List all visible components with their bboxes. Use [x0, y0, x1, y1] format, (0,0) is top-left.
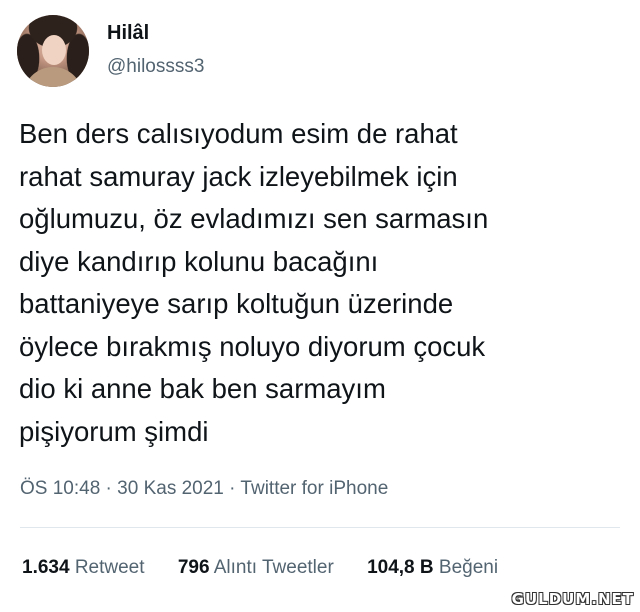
- quotes-stat[interactable]: 796 Alıntı Tweetler: [178, 557, 334, 579]
- tweet-stats: 1.634 Retweet 796 Alıntı Tweetler 104,8 …: [22, 557, 526, 579]
- avatar-face: [42, 35, 66, 65]
- quotes-label: Alıntı Tweetler: [213, 557, 334, 578]
- meta-separator: ·: [223, 478, 241, 499]
- meta-separator: ·: [100, 478, 118, 499]
- tweet-time[interactable]: ÖS 10:48: [20, 478, 100, 499]
- tweet-text: Ben ders calısıyodum esim de rahat rahat…: [19, 118, 489, 447]
- watermark: GULDUM.NET: [511, 590, 634, 608]
- author-handle[interactable]: @hilossss3: [107, 56, 204, 78]
- divider: [20, 527, 620, 528]
- tweet-meta: ÖS 10:48 · 30 Kas 2021 · Twitter for iPh…: [20, 478, 388, 500]
- tweet-source[interactable]: Twitter for iPhone: [240, 478, 388, 499]
- retweets-count: 1.634: [22, 557, 70, 578]
- likes-count: 104,8 B: [367, 557, 434, 578]
- retweets-stat[interactable]: 1.634 Retweet: [22, 557, 145, 579]
- author-display-name[interactable]: Hilâl: [107, 22, 149, 45]
- tweet-date[interactable]: 30 Kas 2021: [117, 478, 224, 499]
- likes-label: Beğeni: [438, 557, 499, 578]
- retweets-label: Retweet: [74, 557, 145, 578]
- quotes-count: 796: [177, 557, 210, 578]
- avatar[interactable]: [17, 15, 89, 87]
- likes-stat[interactable]: 104,8 B Beğeni: [367, 557, 498, 579]
